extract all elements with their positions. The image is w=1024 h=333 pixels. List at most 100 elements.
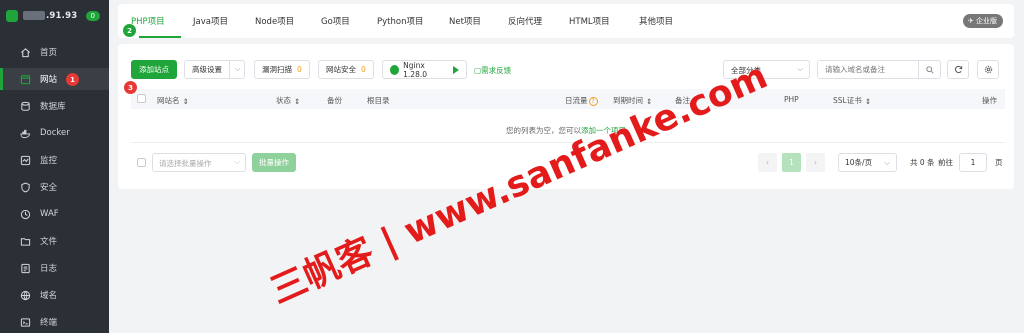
nginx-status-button[interactable]: Nginx 1.28.0 xyxy=(382,60,467,79)
sidebar-item-domain[interactable]: 域名 xyxy=(0,284,109,306)
chevron-left-icon: ‹ xyxy=(766,158,769,167)
tab-php[interactable]: PHP项目 xyxy=(131,15,165,27)
sidebar-item-logs[interactable]: 日志 xyxy=(0,257,109,279)
sidebar-item-docker[interactable]: Docker xyxy=(0,122,109,144)
tab-python[interactable]: Python项目 xyxy=(377,15,423,27)
page-size-select[interactable]: 10条/页 ⌵ xyxy=(838,153,897,172)
sidebar-item-website[interactable]: 网站 xyxy=(0,68,109,90)
advanced-settings-label: 高级设置 xyxy=(192,65,222,74)
sidebar-item-label: WAF xyxy=(40,209,59,219)
batch-operation-select[interactable]: 请选择批量操作 ⌵ xyxy=(152,153,246,172)
chevron-down-icon: ⌵ xyxy=(884,157,890,167)
select-all-checkbox[interactable] xyxy=(137,94,146,103)
feedback-link[interactable]: ▢需求反馈 xyxy=(474,65,511,76)
col-label: SSL证书 xyxy=(833,96,862,105)
page-suffix: 页 xyxy=(995,158,1003,167)
server-logo-icon xyxy=(6,10,18,22)
sidebar-item-security[interactable]: 安全 xyxy=(0,176,109,198)
batch-operation-button[interactable]: 批量操作 xyxy=(252,153,296,172)
chevron-down-icon: ⌵ xyxy=(797,64,803,73)
help-icon[interactable]: ? xyxy=(588,96,598,106)
annotation-marker-3: 3 xyxy=(124,81,137,94)
refresh-icon xyxy=(954,65,962,74)
server-ip: .91.93 xyxy=(23,11,77,21)
col-label: 日流量 xyxy=(565,96,588,105)
sidebar-item-monitor[interactable]: 监控 xyxy=(0,149,109,171)
search-box xyxy=(817,60,941,79)
feedback-label: 需求反馈 xyxy=(481,66,512,75)
database-icon xyxy=(20,101,31,112)
col-actions: 操作 xyxy=(982,96,997,105)
vuln-scan-button[interactable]: 漏洞扫描 0 xyxy=(254,60,310,79)
sidebar-item-label: 安全 xyxy=(40,183,58,193)
site-list-card: 添加站点 高级设置 ⌵ 漏洞扫描 0 网站安全 0 Nginx 1.28.0 ▢… xyxy=(118,44,1014,189)
vuln-count: 0 xyxy=(297,65,302,74)
search-input[interactable] xyxy=(818,61,914,78)
next-page-button[interactable]: › xyxy=(806,153,825,172)
sidebar-item-label: 监控 xyxy=(40,156,58,166)
sidebar-item-waf[interactable]: WAF xyxy=(0,203,109,225)
col-remark: 备注 xyxy=(675,96,690,105)
tab-java[interactable]: Java项目 xyxy=(193,15,228,27)
sidebar-item-label: 首页 xyxy=(40,48,58,58)
enterprise-label: 企业版 xyxy=(976,17,997,25)
settings-button[interactable] xyxy=(977,60,999,79)
chevron-down-icon: ⌵ xyxy=(234,157,240,166)
search-icon[interactable] xyxy=(918,61,940,78)
sidebar-item-label: 文件 xyxy=(40,237,58,247)
col-status[interactable]: 状态 ⇕ xyxy=(276,95,300,106)
divider xyxy=(131,142,1005,143)
col-site-name[interactable]: 网站名 ⇕ xyxy=(157,95,189,106)
advanced-settings-dropdown[interactable]: 高级设置 ⌵ xyxy=(184,60,246,79)
category-select[interactable]: 全部分类 ⌵ xyxy=(723,60,810,79)
enterprise-badge[interactable]: ✈ 企业版 xyxy=(962,14,1003,28)
footer-select-checkbox[interactable] xyxy=(137,158,146,167)
chevron-right-icon: › xyxy=(814,158,817,167)
monitor-icon xyxy=(20,155,31,166)
col-root-dir: 根目录 xyxy=(367,96,390,105)
docker-icon xyxy=(20,128,31,139)
add-site-button[interactable]: 添加站点 xyxy=(131,60,177,79)
sidebar-header: .91.93 0 xyxy=(0,0,109,32)
prev-page-button[interactable]: ‹ xyxy=(758,153,777,172)
rocket-icon: ✈ xyxy=(967,17,976,25)
col-label: 状态 xyxy=(276,96,291,105)
sidebar-item-label: 域名 xyxy=(40,291,58,301)
goto-page-input[interactable]: 1 xyxy=(959,153,987,172)
site-security-button[interactable]: 网站安全 0 xyxy=(318,60,374,79)
sidebar-item-database[interactable]: 数据库 xyxy=(0,95,109,117)
col-ssl[interactable]: SSL证书 ⇕ xyxy=(833,95,871,106)
sidebar: .91.93 0 首页 网站 数据库 Docker 监控 安全 WAF 文件 日… xyxy=(0,0,109,333)
goto-label: 前往 xyxy=(938,158,953,167)
tab-reverse-proxy[interactable]: 反向代理 xyxy=(508,15,542,27)
sidebar-item-label: 网站 xyxy=(40,75,58,85)
site-security-label: 网站安全 xyxy=(326,65,356,74)
sort-icon: ⇕ xyxy=(182,96,189,106)
tab-node[interactable]: Node项目 xyxy=(255,15,294,27)
col-expiry[interactable]: 到期时间 ⇕ xyxy=(613,95,652,106)
home-icon xyxy=(20,47,31,58)
col-daily-traffic[interactable]: 日流量? xyxy=(565,95,598,106)
tab-html[interactable]: HTML项目 xyxy=(569,15,610,27)
tab-net[interactable]: Net项目 xyxy=(449,15,481,27)
col-backup: 备份 xyxy=(327,96,342,105)
tab-other[interactable]: 其他项目 xyxy=(639,15,673,27)
sidebar-item-label: 数据库 xyxy=(40,102,66,112)
col-label: 网站名 xyxy=(157,96,180,105)
tab-go[interactable]: Go项目 xyxy=(321,15,350,27)
active-tab-indicator xyxy=(139,36,181,38)
vuln-scan-label: 漏洞扫描 xyxy=(262,65,292,74)
add-project-link[interactable]: 添加一个项目 xyxy=(581,126,626,135)
sidebar-item-label: 终端 xyxy=(40,318,58,328)
category-value: 全部分类 xyxy=(731,66,761,75)
play-icon xyxy=(453,65,459,74)
nginx-version: Nginx 1.28.0 xyxy=(403,60,428,79)
alert-count-badge[interactable]: 0 xyxy=(85,11,100,21)
sidebar-item-home[interactable]: 首页 xyxy=(0,41,109,63)
refresh-button[interactable] xyxy=(947,60,969,79)
sidebar-item-files[interactable]: 文件 xyxy=(0,230,109,252)
page-1-button[interactable]: 1 xyxy=(782,153,801,172)
sidebar-item-terminal[interactable]: 终端 xyxy=(0,311,109,333)
page-size-value: 10条/页 xyxy=(845,158,873,167)
waf-icon xyxy=(20,209,31,220)
